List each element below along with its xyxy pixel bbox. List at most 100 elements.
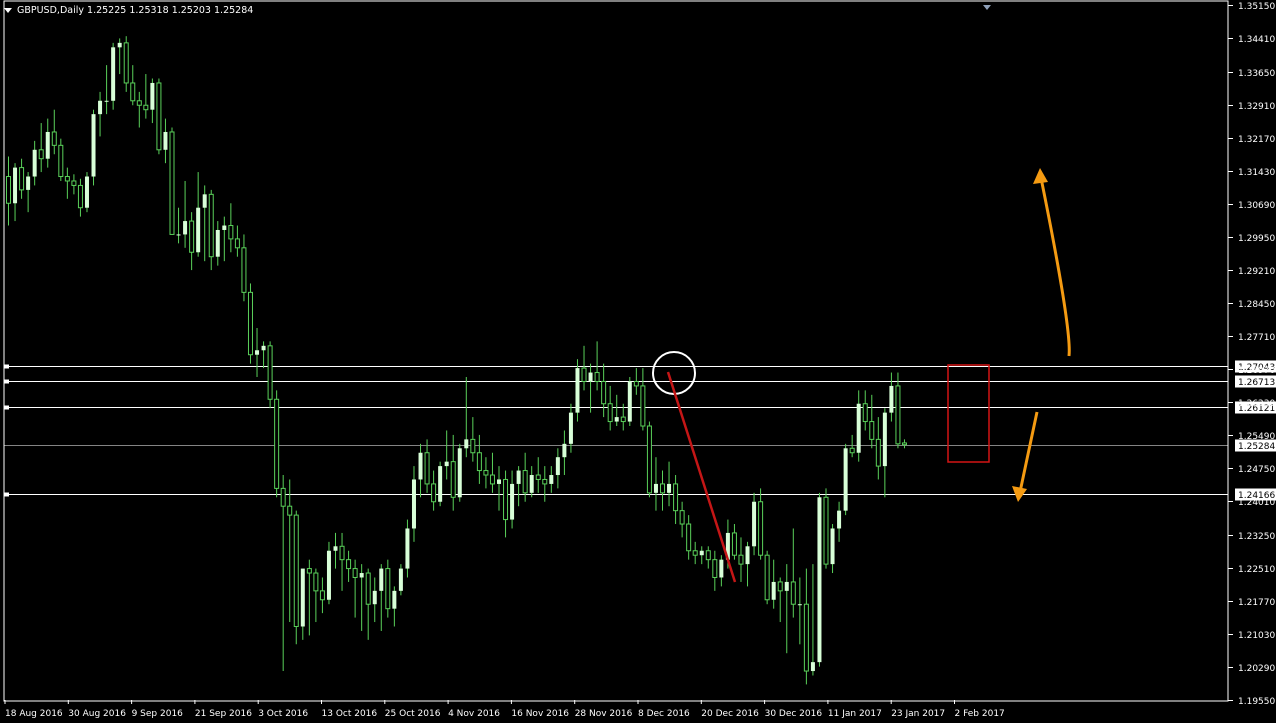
candle-body-bull [261, 345, 266, 351]
candle-body-bull [32, 149, 37, 177]
candle [817, 492, 822, 667]
candle-body-bull [614, 417, 619, 422]
price-tick-label: 1.25490 [1238, 432, 1275, 442]
candle-body-bull [150, 82, 155, 110]
candle-body-bear [58, 144, 64, 178]
candle-body-bull [222, 225, 227, 230]
candle-body-bull [771, 581, 776, 600]
time-tick-label: 30 Aug 2016 [68, 709, 126, 719]
candle [326, 541, 331, 605]
candle-body-bear [542, 478, 548, 485]
candle-body-bull [882, 412, 887, 467]
price-tick-label: 1.32170 [1238, 135, 1275, 145]
price-tick-label: 1.33650 [1238, 69, 1275, 79]
candle-body-bear [51, 131, 57, 146]
level-anchor-handle [4, 492, 9, 497]
candle-body-bear [901, 442, 907, 446]
candle-body-bear [777, 581, 783, 592]
price-tick-label: 1.20290 [1238, 664, 1275, 674]
candle-body-bear [274, 398, 280, 489]
candle-body-bear [189, 220, 195, 253]
level-anchor-handle [4, 364, 9, 369]
candle-body-bull [183, 221, 188, 235]
time-tick-label: 9 Sep 2016 [132, 709, 184, 719]
candle-body-bull [372, 590, 377, 605]
price-tick-label: 1.19550 [1238, 697, 1275, 707]
price-tick-label: 1.35150 [1238, 2, 1275, 12]
candle-body-bull [176, 234, 181, 236]
candle-body-bull [830, 528, 835, 565]
candle-body-bull [255, 350, 260, 355]
candle [91, 109, 96, 186]
candle [764, 550, 770, 605]
time-tick-label: 21 Sep 2016 [195, 709, 252, 719]
candle [823, 488, 829, 569]
candle-body-bear [875, 438, 881, 467]
price-tick-label: 1.27710 [1238, 333, 1275, 343]
level-anchor-handle [4, 405, 9, 410]
candle-body-bull [752, 501, 757, 547]
candle-body-bear [431, 483, 437, 503]
candle-body-bear [764, 554, 770, 601]
candle-body-bear [594, 372, 600, 382]
chart-title: GBPUSD, Daily 1.25225 1.25318 1.25203 1.2… [4, 3, 253, 17]
candle-body-bull [464, 439, 469, 449]
candle-body-bull [411, 479, 416, 529]
price-tick-label: 1.30690 [1238, 201, 1275, 211]
candle-body-bull [359, 573, 364, 578]
candle [575, 359, 580, 422]
candle-body-bull [333, 546, 338, 551]
candle-body-bear [535, 474, 541, 480]
candle [247, 283, 253, 364]
candle-body-bull [627, 381, 632, 422]
candle-body-bear [470, 438, 476, 454]
chart-menu-triangle-icon[interactable] [4, 7, 12, 13]
candle-body-bear [522, 470, 528, 494]
candle-body-bull [575, 368, 580, 413]
time-tick-label: 25 Oct 2016 [385, 709, 441, 719]
candle-body-bull [117, 42, 122, 48]
candle [843, 443, 848, 516]
candle-body-bull [784, 581, 789, 591]
candle-body-bear [895, 385, 901, 445]
candle-body-bull [549, 475, 554, 484]
candle-body-bull [398, 568, 403, 591]
time-tick-label: 16 Nov 2016 [511, 709, 569, 719]
time-tick-label: 2 Feb 2017 [955, 709, 1005, 719]
candle-body-bear [758, 501, 764, 556]
candle-body-bull [856, 403, 861, 453]
candle-body-bull [457, 448, 462, 498]
candle-body-bull [98, 100, 103, 115]
candle-body-bear [352, 568, 358, 578]
candle-body-bear [633, 380, 639, 387]
candle-body-bull [817, 497, 822, 663]
price-tick-label: 1.24010 [1238, 498, 1275, 508]
candle-body-bear [287, 505, 293, 516]
ohlc-low: 1.25203 [171, 4, 211, 16]
price-chart-canvas[interactable]: 1.270431.267131.261211.252841.241661.351… [0, 0, 1276, 723]
candle [111, 42, 116, 110]
candle-body-bear [19, 167, 25, 191]
price-tick-label: 1.21030 [1238, 631, 1275, 641]
candle-body-bear [823, 496, 829, 565]
price-tick-label: 1.26230 [1238, 399, 1275, 409]
candle [385, 559, 391, 618]
candle-body-bear [738, 554, 744, 565]
candle-body-bull [510, 483, 515, 520]
candle-body-bear [156, 82, 162, 151]
candle-body-bull [300, 568, 305, 627]
candle-body-bull [438, 466, 443, 502]
candle-body-bull [588, 372, 593, 382]
ohlc-open: 1.25225 [87, 4, 127, 16]
candle [156, 78, 162, 155]
candle-body-bull [745, 546, 750, 565]
candle-body-bull [418, 452, 423, 480]
candle-body-bear [673, 483, 679, 512]
candle-body-bull [405, 528, 410, 569]
price-tick-label: 1.29210 [1238, 267, 1275, 277]
candle-body-bear [234, 238, 240, 249]
candle-body-bear [228, 225, 234, 240]
candle-body-bear [339, 545, 345, 561]
candle [646, 421, 652, 498]
candle-body-bear [136, 100, 142, 106]
